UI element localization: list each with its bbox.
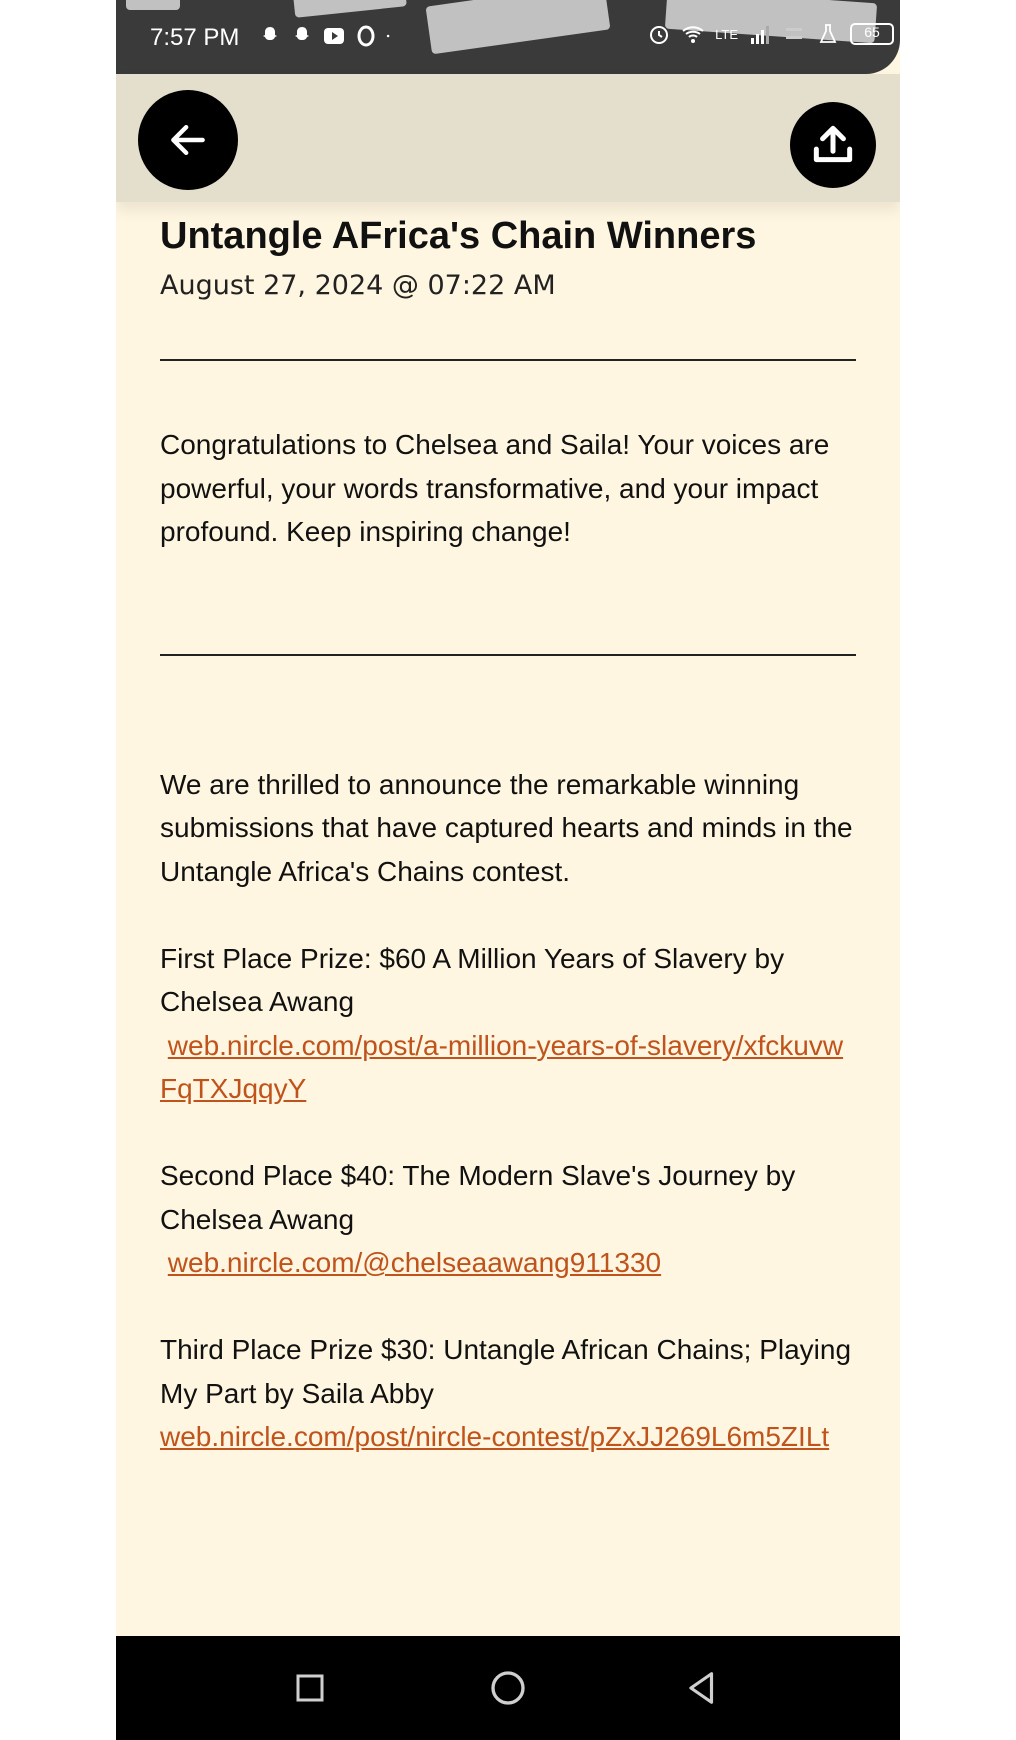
prize-entry: First Place Prize: $60 A Million Years o… [160, 937, 860, 1111]
prize-link[interactable]: web.nircle.com/post/nircle-contest/pZxJJ… [160, 1421, 829, 1452]
wifi-icon [682, 26, 704, 43]
post-title: Untangle AFrica's Chain Winners [160, 215, 757, 257]
divider [160, 653, 856, 656]
snapchat-icon [295, 27, 309, 40]
opera-icon [357, 25, 375, 47]
wallpaper-fragment [126, 0, 180, 10]
announcement-text: We are thrilled to announce the remarkab… [160, 768, 853, 887]
system-icons: LTE 65 [647, 22, 894, 46]
wallpaper-fragment [425, 0, 611, 55]
snapchat-icon [263, 27, 277, 40]
share-button[interactable] [790, 102, 876, 188]
battery-icon: 65 [850, 23, 894, 45]
divider [160, 359, 856, 361]
status-time: 7:57 PM [150, 24, 240, 51]
youtube-icon [324, 28, 344, 44]
recents-button[interactable] [284, 1662, 336, 1714]
status-bar: 7:57 PM LTE 65 [116, 0, 900, 74]
share-upload-icon [813, 125, 853, 163]
prize-link[interactable]: web.nircle.com/@chelseaawang911330 [168, 1247, 661, 1278]
back-triangle-icon [689, 1672, 714, 1704]
app-header [116, 74, 900, 202]
lab-icon [819, 24, 837, 43]
home-button[interactable] [482, 1662, 534, 1714]
dot-icon [386, 34, 390, 38]
intro-text: Congratulations to Chelsea and Saila! Yo… [160, 429, 830, 547]
prize-text: Third Place Prize $30: Untangle African … [160, 1334, 852, 1409]
prize-link-wrap: web.nircle.com/@chelseaawang911330 [160, 1241, 860, 1285]
prize-link-wrap: web.nircle.com/post/a-million-years-of-s… [160, 1024, 860, 1111]
home-circle-icon [491, 1671, 525, 1705]
prize-entry: Third Place Prize $30: Untangle African … [160, 1328, 860, 1459]
battery-level: 65 [864, 24, 880, 40]
prize-link[interactable]: web.nircle.com/post/a-million-years-of-s… [160, 1030, 843, 1105]
phone-screen: 7:57 PM LTE 65 Untangle AFrica's Chain W… [116, 0, 900, 1740]
notification-icons [258, 24, 396, 48]
network-type: LTE [715, 26, 738, 42]
recents-square-icon [296, 1674, 324, 1702]
arrow-left-icon [171, 124, 205, 156]
post-date: August 27, 2024 @ 07:22 AM [160, 270, 556, 301]
prize-text: Second Place $40: The Modern Slave's Jou… [160, 1160, 796, 1235]
data-speed-icon [786, 28, 802, 39]
wallpaper-fragment [293, 0, 407, 18]
navigation-bar [116, 1636, 900, 1740]
prize-text: First Place Prize: $60 A Million Years o… [160, 942, 785, 1018]
prize-entry: Second Place $40: The Modern Slave's Jou… [160, 1154, 860, 1285]
post-content: Untangle AFrica's Chain Winners August 2… [160, 202, 860, 1459]
alarm-icon [650, 26, 669, 44]
prize-link-wrap: web.nircle.com/post/nircle-contest/pZxJJ… [160, 1415, 860, 1459]
nav-back-button[interactable] [676, 1662, 728, 1714]
signal-icon [751, 26, 769, 44]
back-button[interactable] [138, 90, 238, 190]
